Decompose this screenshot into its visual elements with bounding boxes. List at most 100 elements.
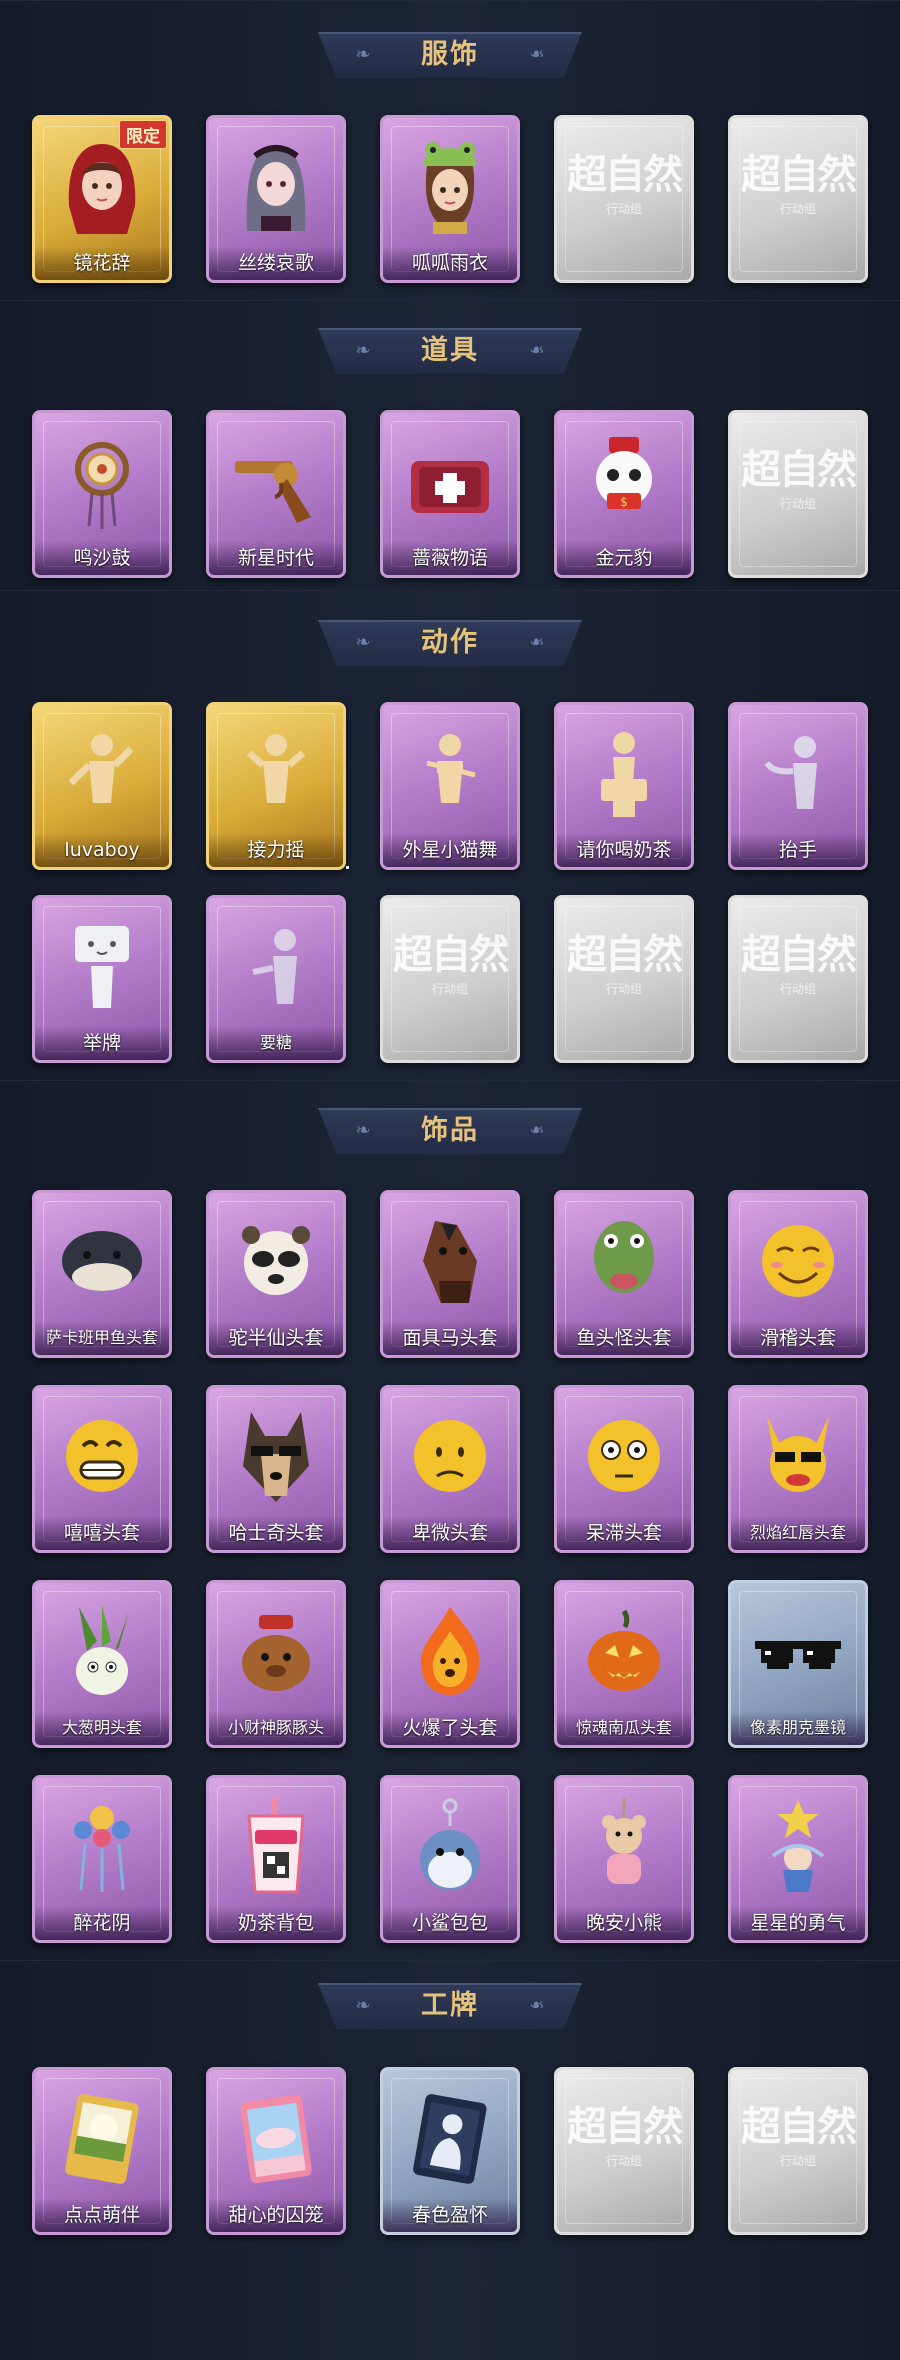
locked-card[interactable]: 超自然 行动组 <box>728 410 868 578</box>
item-label: 要糖 <box>209 1026 343 1060</box>
item-card[interactable]: 奶茶背包 <box>206 1775 346 1943</box>
item-card[interactable]: luvaboy <box>32 702 172 870</box>
horse-mask-icon <box>405 1211 495 1311</box>
revolver-icon <box>231 431 321 531</box>
watermark-sub: 行动组 <box>779 202 816 216</box>
item-label: 丝缕哀歌 <box>209 246 343 280</box>
item-card[interactable]: 烈焰红唇头套 <box>728 1385 868 1553</box>
item-card[interactable]: $ 金元豹 <box>554 410 694 578</box>
item-card[interactable]: 请你喝奶茶 <box>554 702 694 870</box>
locked-card[interactable]: 超自然 行动组 <box>554 2067 694 2235</box>
item-label: 甜心的囚笼 <box>209 2198 343 2232</box>
item-card[interactable]: 新星时代 <box>206 410 346 578</box>
item-card[interactable]: 蔷薇物语 <box>380 410 520 578</box>
item-card[interactable]: 像素朋克墨镜 <box>728 1580 868 1748</box>
item-card[interactable]: 呱呱雨衣 <box>380 115 520 283</box>
item-label: 点点萌伴 <box>35 2198 169 2232</box>
item-label: 大葱明头套 <box>35 1711 169 1745</box>
item-label: 呱呱雨衣 <box>383 246 517 280</box>
locked-card[interactable]: 超自然 行动组 <box>380 895 520 1063</box>
item-label: 请你喝奶茶 <box>557 833 691 867</box>
item-label: 醉花阴 <box>35 1906 169 1940</box>
badge-pink-icon <box>231 2088 321 2188</box>
item-card[interactable]: 要糖 <box>206 895 346 1063</box>
item-label: 举牌 <box>35 1026 169 1060</box>
item-card[interactable]: 驼半仙头套 <box>206 1190 346 1358</box>
watermark-sub: 行动组 <box>605 2154 642 2168</box>
medkit-icon <box>405 431 495 531</box>
section-title: 饰品 <box>421 1115 479 1146</box>
pumpkin-icon <box>579 1601 669 1701</box>
locked-card[interactable]: 超自然 行动组 <box>554 115 694 283</box>
item-card[interactable]: 鸣沙鼓 <box>32 410 172 578</box>
item-card[interactable]: 晚安小熊 <box>554 1775 694 1943</box>
item-card[interactable]: 萨卡班甲鱼头套 <box>32 1190 172 1358</box>
star-charm-icon <box>753 1796 843 1896</box>
item-label: 萨卡班甲鱼头套 <box>35 1321 169 1355</box>
locked-card-icon: 超自然 <box>567 2103 683 2150</box>
item-label: 像素朋克墨镜 <box>731 1711 865 1745</box>
locked-card[interactable]: 超自然 行动组 <box>554 895 694 1063</box>
item-card[interactable]: 限定 镜花辞 <box>32 115 172 283</box>
item-label: 新星时代 <box>209 541 343 575</box>
item-card[interactable]: 抬手 <box>728 702 868 870</box>
item-card[interactable]: 丝缕哀歌 <box>206 115 346 283</box>
locked-card[interactable]: 超自然 行动组 <box>728 115 868 283</box>
badge-silhouette-icon <box>405 2088 495 2188</box>
stare-face-icon <box>579 1406 669 1506</box>
watermark-sub: 行动组 <box>779 2154 816 2168</box>
item-card[interactable]: 滑稽头套 <box>728 1190 868 1358</box>
item-card[interactable]: 面具马头套 <box>380 1190 520 1358</box>
locked-card[interactable]: 超自然 行动组 <box>728 895 868 1063</box>
cat-dance-pose-icon <box>405 723 495 823</box>
item-label: 外星小猫舞 <box>383 833 517 867</box>
item-card[interactable]: 鱼头怪头套 <box>554 1190 694 1358</box>
item-label: 火爆了头套 <box>383 1711 517 1745</box>
item-card[interactable]: 呆滞头套 <box>554 1385 694 1553</box>
item-label: 驼半仙头套 <box>209 1321 343 1355</box>
shark-bag-icon <box>405 1796 495 1896</box>
capybara-icon <box>231 1601 321 1701</box>
item-card[interactable]: 点点萌伴 <box>32 2067 172 2235</box>
item-card[interactable]: 大葱明头套 <box>32 1580 172 1748</box>
item-card[interactable]: 星星的勇气 <box>728 1775 868 1943</box>
item-label: 卑微头套 <box>383 1516 517 1550</box>
dreamcatcher-drum-icon <box>57 431 147 531</box>
item-card[interactable]: 哈士奇头套 <box>206 1385 346 1553</box>
fish-monster-icon <box>579 1211 669 1311</box>
item-label: 抬手 <box>731 833 865 867</box>
item-label: 呆滞头套 <box>557 1516 691 1550</box>
item-card[interactable]: 惊魂南瓜头套 <box>554 1580 694 1748</box>
item-card[interactable]: 春色盈怀 <box>380 2067 520 2235</box>
item-label: 烈焰红唇头套 <box>731 1516 865 1550</box>
section-title: 道具 <box>421 335 479 366</box>
stray-dot <box>346 866 349 869</box>
item-card[interactable]: 卑微头套 <box>380 1385 520 1553</box>
sad-face-icon <box>405 1406 495 1506</box>
item-card[interactable]: 嘻嘻头套 <box>32 1385 172 1553</box>
locked-card-icon: 超自然 <box>741 446 857 493</box>
locked-card-icon: 超自然 <box>393 931 509 978</box>
item-label: 鱼头怪头套 <box>557 1321 691 1355</box>
watermark-sub: 行动组 <box>605 202 642 216</box>
item-label: 金元豹 <box>557 541 691 575</box>
item-card[interactable]: 醉花阴 <box>32 1775 172 1943</box>
portrait-lace-doll-icon <box>231 136 321 236</box>
husky-sunglasses-icon <box>231 1406 321 1506</box>
item-label: 面具马头套 <box>383 1321 517 1355</box>
item-label: 奶茶背包 <box>209 1906 343 1940</box>
locked-card[interactable]: 超自然 行动组 <box>728 2067 868 2235</box>
item-label: 哈士奇头套 <box>209 1516 343 1550</box>
item-label: 星星的勇气 <box>731 1906 865 1940</box>
limited-badge: 限定 <box>119 120 167 149</box>
item-card[interactable]: 甜心的囚笼 <box>206 2067 346 2235</box>
item-label: 小财神豚豚头 <box>209 1711 343 1745</box>
item-card[interactable]: 举牌 <box>32 895 172 1063</box>
item-card[interactable]: 接力摇 <box>206 702 346 870</box>
item-card[interactable]: 外星小猫舞 <box>380 702 520 870</box>
item-card[interactable]: 火爆了头套 <box>380 1580 520 1748</box>
item-label: 接力摇 <box>209 833 343 867</box>
item-label: 晚安小熊 <box>557 1906 691 1940</box>
item-card[interactable]: 小财神豚豚头 <box>206 1580 346 1748</box>
item-card[interactable]: 小鲨包包 <box>380 1775 520 1943</box>
